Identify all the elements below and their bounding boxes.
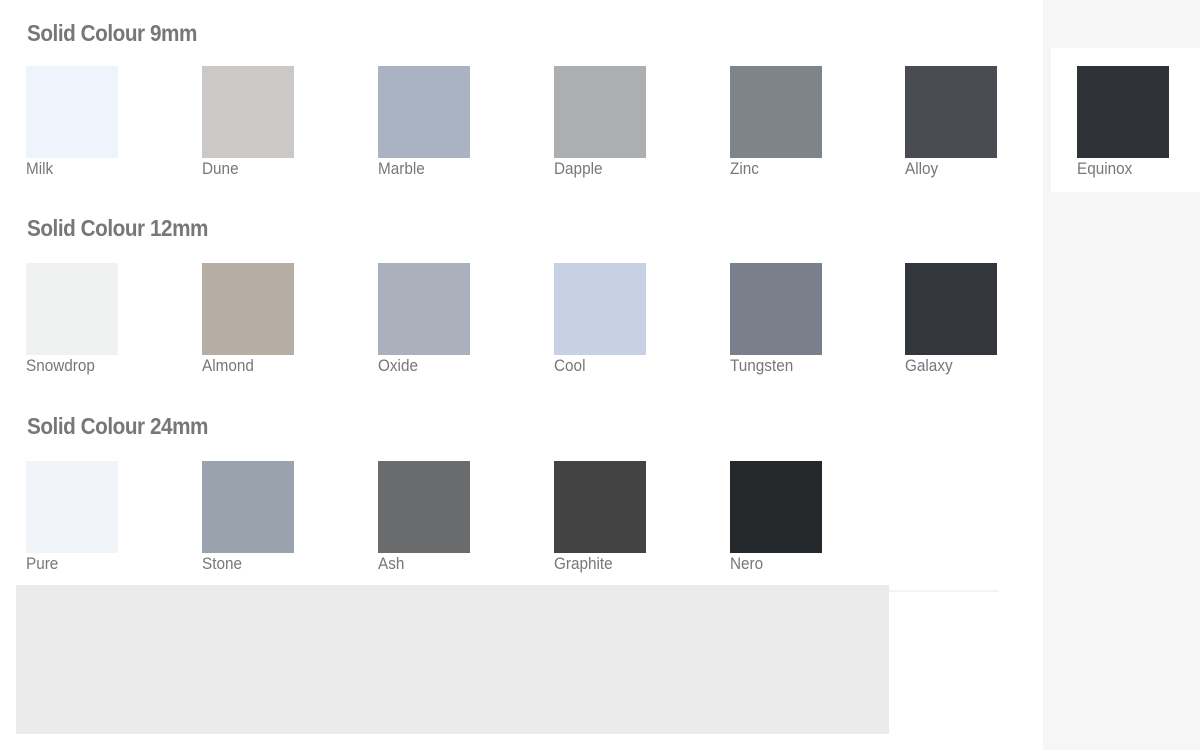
swatch-item[interactable]: Equinox — [1077, 66, 1200, 186]
swatch-label: Dune — [202, 159, 239, 178]
swatch-label: Ash — [378, 554, 405, 573]
colour-swatch[interactable] — [554, 66, 646, 158]
colour-swatch[interactable] — [905, 66, 997, 158]
image-placeholder — [16, 585, 889, 734]
colour-swatch[interactable] — [378, 263, 470, 355]
colour-swatch[interactable] — [378, 461, 470, 553]
swatch-label: Oxide — [378, 356, 418, 375]
colour-swatch[interactable] — [202, 461, 294, 553]
swatch-item[interactable]: Alloy — [905, 66, 1045, 186]
swatch-label: Milk — [26, 159, 54, 178]
swatch-label: Pure — [26, 554, 59, 573]
swatch-label: Zinc — [730, 159, 759, 178]
colour-swatch[interactable] — [730, 461, 822, 553]
swatch-label: Nero — [730, 554, 764, 573]
swatch-item[interactable]: Stone — [202, 461, 342, 581]
swatch-label: Dapple — [554, 159, 603, 178]
colour-swatch[interactable] — [26, 263, 118, 355]
swatch-label: Equinox — [1077, 159, 1133, 178]
section-title: Solid Colour 24mm — [27, 413, 208, 439]
colour-swatch[interactable] — [1077, 66, 1169, 158]
colour-swatch[interactable] — [554, 461, 646, 553]
swatch-label: Galaxy — [905, 356, 953, 375]
swatch-label: Stone — [202, 554, 242, 573]
swatch-item[interactable]: Oxide — [378, 263, 518, 383]
colour-swatch[interactable] — [202, 66, 294, 158]
swatch-item[interactable]: Dune — [202, 66, 342, 186]
swatch-item[interactable]: Snowdrop — [26, 263, 166, 383]
swatch-item[interactable]: Cool — [554, 263, 694, 383]
colour-swatch[interactable] — [730, 66, 822, 158]
swatch-item[interactable]: Milk — [26, 66, 166, 186]
swatch-label: Graphite — [554, 554, 613, 573]
colour-swatch[interactable] — [26, 461, 118, 553]
swatch-label: Marble — [378, 159, 425, 178]
swatch-item[interactable]: Dapple — [554, 66, 694, 186]
colour-swatch[interactable] — [730, 263, 822, 355]
colour-swatch[interactable] — [554, 263, 646, 355]
swatch-label: Alloy — [905, 159, 939, 178]
swatch-item[interactable]: Pure — [26, 461, 166, 581]
section-title: Solid Colour 12mm — [27, 215, 208, 241]
divider — [889, 590, 999, 592]
swatch-item[interactable]: Tungsten — [730, 263, 870, 383]
swatch-label: Tungsten — [730, 356, 794, 375]
swatch-item[interactable]: Almond — [202, 263, 342, 383]
swatch-label: Cool — [554, 356, 586, 375]
swatch-item[interactable]: Marble — [378, 66, 518, 186]
swatch-item[interactable]: Galaxy — [905, 263, 1045, 383]
colour-swatch[interactable] — [378, 66, 470, 158]
swatch-item[interactable]: Graphite — [554, 461, 694, 581]
colour-swatch[interactable] — [202, 263, 294, 355]
colour-swatch[interactable] — [905, 263, 997, 355]
swatch-item[interactable]: Ash — [378, 461, 518, 581]
swatch-label: Almond — [202, 356, 254, 375]
section-title: Solid Colour 9mm — [27, 20, 197, 46]
swatch-item[interactable]: Nero — [730, 461, 870, 581]
colour-swatch[interactable] — [26, 66, 118, 158]
swatch-item[interactable]: Zinc — [730, 66, 870, 186]
swatch-label: Snowdrop — [26, 356, 95, 375]
